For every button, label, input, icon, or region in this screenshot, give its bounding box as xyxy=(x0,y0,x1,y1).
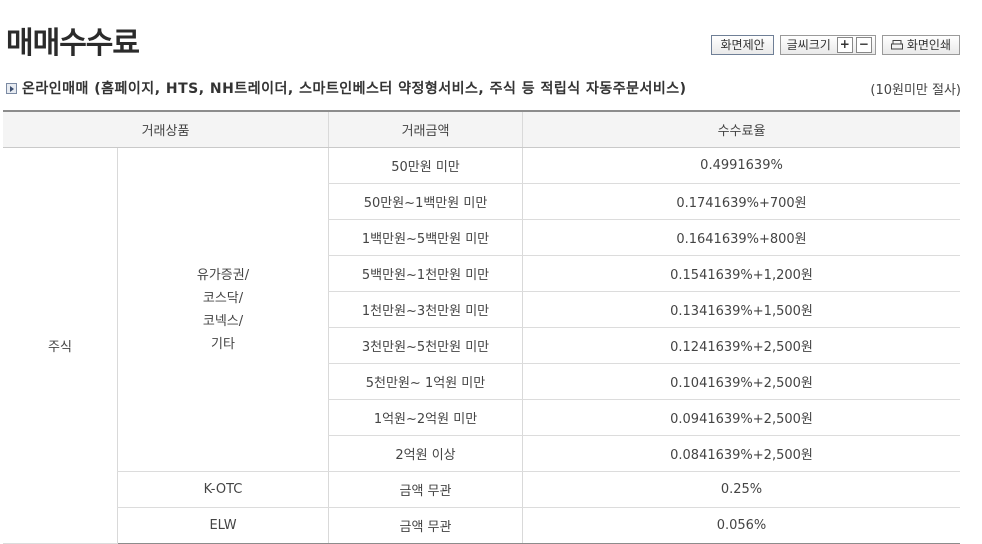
rate-cell: 0.0841639%+2,500원 xyxy=(522,435,960,472)
section-title: 온라인매매 (홈페이지, HTS, NH트레이더, 스마트인베스터 약정형서비스… xyxy=(22,81,687,97)
subcategory-cell: 유가증권/ 코스닥/ 코넥스/ 기타 xyxy=(117,147,329,472)
font-size-label: 글씨크기 xyxy=(786,38,831,52)
rate-cell: 0.1541639%+1,200원 xyxy=(522,255,960,292)
fee-table: 거래상품 거래금액 수수료율 주식 유가증권/ 코스닥/ 코넥스/ 기타 50만… xyxy=(3,110,960,544)
page-title: 매매수수료 xyxy=(6,26,140,61)
print-label: 화면인쇄 xyxy=(906,38,951,52)
screen-suggest-button[interactable]: 화면제안 xyxy=(711,35,774,55)
product-cell: ELW xyxy=(117,507,329,544)
amount-cell: 1백만원~5백만원 미만 xyxy=(328,219,523,256)
table-row: K-OTC 금액 무관 0.25% xyxy=(3,471,960,508)
section-note: (10원미만 절사) xyxy=(870,82,961,98)
font-decrease-button[interactable]: − xyxy=(855,37,872,53)
rate-cell: 0.1741639%+700원 xyxy=(522,183,960,220)
amount-cell: 3천만원~5천만원 미만 xyxy=(328,327,523,364)
product-cell: K-OTC xyxy=(117,471,329,508)
printer-icon xyxy=(890,40,903,50)
amount-cell: 1억원~2억원 미만 xyxy=(328,399,523,436)
rate-cell: 0.1241639%+2,500원 xyxy=(522,327,960,364)
print-button[interactable]: 화면인쇄 xyxy=(881,35,960,55)
header-rate: 수수료율 xyxy=(522,110,960,148)
subcategory-line: 기타 xyxy=(211,336,235,352)
subcategory-line: 유가증권/ xyxy=(196,267,250,283)
amount-cell: 금액 무관 xyxy=(328,471,523,508)
rate-cell: 0.1641639%+800원 xyxy=(522,219,960,256)
header-product: 거래상품 xyxy=(3,110,329,148)
toolbar: 화면제안 글씨크기 + − 화면인쇄 xyxy=(711,35,960,55)
amount-cell: 1천만원~3천만원 미만 xyxy=(328,291,523,328)
amount-cell: 5천만원~ 1억원 미만 xyxy=(328,363,523,400)
table-row: ELW 금액 무관 0.056% xyxy=(3,507,960,544)
amount-cell: 금액 무관 xyxy=(328,507,523,544)
amount-cell: 2억원 이상 xyxy=(328,435,523,472)
table-header-row: 거래상품 거래금액 수수료율 xyxy=(3,110,960,148)
rate-cell: 0.056% xyxy=(522,507,960,544)
rate-cell: 0.25% xyxy=(522,471,960,508)
bullet-arrow-icon xyxy=(6,82,17,94)
category-cell: 주식 xyxy=(3,147,118,544)
subcategory-line: 코스닥/ xyxy=(202,290,244,306)
font-increase-button[interactable]: + xyxy=(836,37,853,53)
screen-suggest-label: 화면제안 xyxy=(720,38,765,52)
font-size-control: 글씨크기 + − xyxy=(779,35,876,55)
amount-cell: 50만원~1백만원 미만 xyxy=(328,183,523,220)
subcategory-line: 코넥스/ xyxy=(202,313,244,329)
header-amount: 거래금액 xyxy=(328,110,523,148)
table-row: 주식 유가증권/ 코스닥/ 코넥스/ 기타 50만원 미만 0.4991639% xyxy=(3,147,960,544)
rate-cell: 0.1341639%+1,500원 xyxy=(522,291,960,328)
rate-cell: 0.0941639%+2,500원 xyxy=(522,399,960,436)
rate-cell: 0.4991639% xyxy=(522,147,960,184)
amount-cell: 50만원 미만 xyxy=(328,147,523,184)
section-header: 온라인매매 (홈페이지, HTS, NH트레이더, 스마트인베스터 약정형서비스… xyxy=(6,78,961,98)
rate-cell: 0.1041639%+2,500원 xyxy=(522,363,960,400)
amount-cell: 5백만원~1천만원 미만 xyxy=(328,255,523,292)
